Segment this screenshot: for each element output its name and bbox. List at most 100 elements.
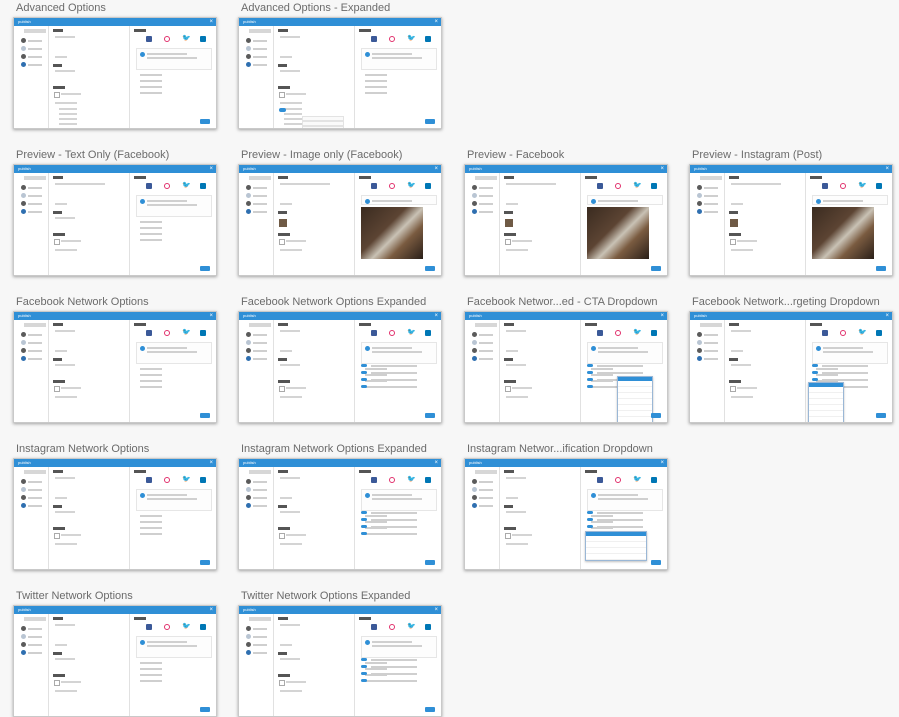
network-option[interactable] — [365, 521, 387, 523]
instagram-icon[interactable] — [164, 330, 170, 336]
text-input-line[interactable] — [506, 477, 526, 479]
publish-button[interactable] — [425, 413, 435, 418]
facebook-icon[interactable] — [371, 477, 377, 483]
instagram-icon[interactable] — [615, 330, 621, 336]
linkedin-icon[interactable] — [651, 183, 657, 189]
publish-button[interactable] — [200, 119, 210, 124]
all-profiles-selector[interactable] — [24, 176, 46, 180]
media-drop-area[interactable] — [55, 364, 75, 366]
option-toggle[interactable] — [361, 378, 367, 381]
sidebar-profile-item[interactable] — [243, 62, 271, 68]
option-field[interactable] — [371, 512, 417, 514]
sidebar-profile-item[interactable] — [18, 642, 46, 648]
network-option[interactable] — [365, 662, 387, 664]
facebook-icon[interactable] — [597, 183, 603, 189]
all-profiles-selector[interactable] — [700, 176, 722, 180]
text-input-line[interactable] — [280, 477, 300, 479]
sidebar-profile-item[interactable] — [18, 650, 46, 656]
approval-checkbox[interactable] — [279, 92, 285, 98]
app-window-thumbnail[interactable]: publish × 🐦 — [13, 311, 217, 423]
sidebar-profile-item[interactable] — [18, 38, 46, 44]
dropdown-item[interactable] — [618, 417, 652, 422]
twitter-icon[interactable]: 🐦 — [858, 182, 867, 189]
advanced-options-toggle[interactable] — [506, 249, 528, 251]
sidebar-profile-item[interactable] — [469, 201, 497, 207]
app-window-thumbnail[interactable]: publish × 🐦 — [689, 311, 893, 423]
network-option[interactable] — [140, 386, 162, 388]
all-profiles-selector[interactable] — [24, 29, 46, 33]
sidebar-profile-item[interactable] — [243, 487, 271, 493]
media-thumbnail[interactable] — [505, 219, 513, 227]
sidebar-profile-item[interactable] — [18, 185, 46, 191]
network-option[interactable] — [591, 521, 613, 523]
instagram-icon[interactable] — [164, 36, 170, 42]
sidebar-profile-item[interactable] — [18, 332, 46, 338]
network-option[interactable] — [140, 368, 162, 370]
sidebar-profile-item[interactable] — [243, 479, 271, 485]
network-option[interactable] — [140, 533, 162, 535]
advanced-option-row[interactable] — [59, 113, 77, 115]
all-profiles-selector[interactable] — [24, 470, 46, 474]
sidebar-profile-item[interactable] — [469, 479, 497, 485]
sidebar-profile-item[interactable] — [18, 634, 46, 640]
network-option[interactable] — [140, 527, 162, 529]
linkedin-icon[interactable] — [200, 624, 206, 630]
sidebar-profile-item[interactable] — [469, 348, 497, 354]
close-icon[interactable]: × — [209, 606, 213, 614]
network-option[interactable] — [140, 80, 162, 82]
advanced-options-toggle[interactable] — [506, 543, 528, 545]
sidebar-profile-item[interactable] — [18, 340, 46, 346]
network-option[interactable] — [140, 674, 162, 676]
facebook-icon[interactable] — [146, 477, 152, 483]
option-toggle[interactable] — [812, 364, 818, 367]
network-option[interactable] — [140, 668, 162, 670]
sidebar-profile-item[interactable] — [694, 356, 722, 362]
network-option[interactable] — [591, 368, 613, 370]
instagram-icon[interactable] — [164, 183, 170, 189]
dropdown-item[interactable] — [586, 554, 646, 560]
linkedin-icon[interactable] — [425, 36, 431, 42]
advanced-option-row[interactable] — [59, 108, 77, 110]
instagram-icon[interactable] — [615, 477, 621, 483]
close-icon[interactable]: × — [209, 459, 213, 467]
option-field[interactable] — [371, 673, 417, 675]
dropdown-item[interactable] — [809, 417, 843, 422]
twitter-icon[interactable]: 🐦 — [182, 476, 191, 483]
close-icon[interactable]: × — [434, 18, 438, 26]
instagram-icon[interactable] — [164, 477, 170, 483]
linkedin-icon[interactable] — [200, 330, 206, 336]
text-input-line[interactable] — [280, 330, 300, 332]
media-drop-area[interactable] — [280, 70, 300, 72]
advanced-options-toggle[interactable] — [731, 249, 753, 251]
close-icon[interactable]: × — [434, 606, 438, 614]
twitter-icon[interactable]: 🐦 — [633, 182, 642, 189]
approval-checkbox[interactable] — [279, 386, 285, 392]
sidebar-profile-item[interactable] — [18, 54, 46, 60]
facebook-icon[interactable] — [597, 477, 603, 483]
advanced-field[interactable] — [302, 126, 344, 128]
close-icon[interactable]: × — [434, 165, 438, 173]
sidebar-profile-item[interactable] — [18, 209, 46, 215]
option-field[interactable] — [371, 372, 417, 374]
approval-checkbox[interactable] — [505, 239, 511, 245]
sidebar-profile-item[interactable] — [694, 348, 722, 354]
sidebar-profile-item[interactable] — [243, 46, 271, 52]
network-option[interactable] — [140, 74, 162, 76]
approval-checkbox[interactable] — [54, 386, 60, 392]
all-profiles-selector[interactable] — [24, 617, 46, 621]
advanced-options-toggle[interactable] — [55, 690, 77, 692]
linkedin-icon[interactable] — [651, 330, 657, 336]
instagram-icon[interactable] — [389, 330, 395, 336]
media-drop-area[interactable] — [506, 511, 526, 513]
linkedin-icon[interactable] — [651, 477, 657, 483]
text-input-line[interactable] — [55, 183, 105, 185]
sidebar-profile-item[interactable] — [18, 193, 46, 199]
network-option[interactable] — [365, 80, 387, 82]
option-toggle[interactable] — [361, 511, 367, 514]
media-drop-area[interactable] — [731, 364, 751, 366]
twitter-icon[interactable]: 🐦 — [633, 329, 642, 336]
facebook-icon[interactable] — [822, 330, 828, 336]
option-toggle[interactable] — [587, 525, 593, 528]
all-profiles-selector[interactable] — [249, 470, 271, 474]
app-window-thumbnail[interactable]: publish × 🐦 — [238, 17, 442, 129]
